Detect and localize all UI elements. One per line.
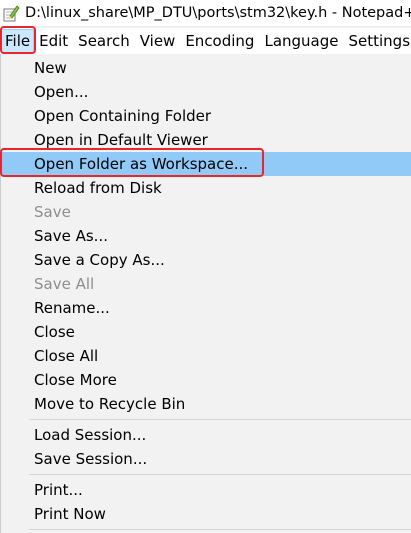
window-title: D:\linux_share\MP_DTU\ports\stm32\key.h … — [25, 5, 411, 21]
menu-separator — [29, 529, 411, 530]
menu-item-label: Close More — [34, 371, 117, 389]
menu-item-close[interactable]: Close — [1, 320, 411, 344]
menu-item-move-to-recycle-bin[interactable]: Move to Recycle Bin — [1, 392, 411, 416]
menu-item-label: Reload from Disk — [34, 179, 162, 197]
menu-item-open-folder-as-workspace[interactable]: Open Folder as Workspace... — [1, 152, 411, 176]
menu-item-label: Close All — [34, 347, 99, 365]
menu-item-save-a-copy-as[interactable]: Save a Copy As... — [1, 248, 411, 272]
menu-item-label: Print... — [34, 481, 83, 499]
menu-item-open[interactable]: Open... — [1, 80, 411, 104]
menu-separator — [29, 419, 411, 420]
menu-item-load-session[interactable]: Load Session... — [1, 423, 411, 447]
menu-item-label: Open... — [34, 83, 89, 101]
menu-item-label: Print Now — [34, 505, 106, 523]
menu-file[interactable]: File — [1, 29, 35, 53]
menu-item-label: Save a Copy As... — [34, 251, 165, 269]
menu-item-label: Open in Default Viewer — [34, 131, 208, 149]
menu-edit[interactable]: Edit — [34, 29, 73, 53]
menu-item-new[interactable]: New — [1, 56, 411, 80]
menu-item-save-session[interactable]: Save Session... — [1, 447, 411, 471]
menu-view[interactable]: View — [135, 29, 181, 53]
menu-item-label: Open Folder as Workspace... — [34, 155, 249, 173]
menu-item-label: Save — [34, 203, 71, 221]
menu-item-close-more[interactable]: Close More — [1, 368, 411, 392]
menu-encoding[interactable]: Encoding — [180, 29, 259, 53]
menu-item-label: New — [34, 59, 67, 77]
menu-separator — [29, 474, 411, 475]
menu-item-label: Move to Recycle Bin — [34, 395, 186, 413]
menu-item-save-all: Save All — [1, 272, 411, 296]
title-bar: D:\linux_share\MP_DTU\ports\stm32\key.h … — [0, 0, 411, 26]
notepad-plus-plus-window: D:\linux_share\MP_DTU\ports\stm32\key.h … — [0, 0, 411, 533]
menu-item-label: Save As... — [34, 227, 108, 245]
menu-item-save-as[interactable]: Save As... — [1, 224, 411, 248]
notepad-plus-plus-icon — [2, 4, 20, 22]
menu-item-open-containing-folder[interactable]: Open Containing Folder — [1, 104, 411, 128]
menu-item-reload-from-disk[interactable]: Reload from Disk — [1, 176, 411, 200]
menu-bar: File Edit Search View Encoding Language … — [0, 28, 411, 54]
menu-item-print-now[interactable]: Print Now — [1, 502, 411, 526]
menu-item-label: Load Session... — [34, 426, 147, 444]
menu-item-save: Save — [1, 200, 411, 224]
menu-item-label: Save All — [34, 275, 95, 293]
menu-item-print[interactable]: Print... — [1, 478, 411, 502]
menu-search[interactable]: Search — [73, 29, 135, 53]
menu-item-open-in-default-viewer[interactable]: Open in Default Viewer — [1, 128, 411, 152]
menu-item-label: Rename... — [34, 299, 110, 317]
menu-item-label: Open Containing Folder — [34, 107, 212, 125]
menu-language[interactable]: Language — [259, 29, 343, 53]
menu-item-label: Close — [34, 323, 75, 341]
menu-settings[interactable]: Settings — [344, 29, 411, 53]
menu-item-rename[interactable]: Rename... — [1, 296, 411, 320]
file-dropdown-menu: New Open... Open Containing Folder Open … — [0, 54, 411, 533]
menu-item-close-all[interactable]: Close All — [1, 344, 411, 368]
menu-item-label: Save Session... — [34, 450, 148, 468]
